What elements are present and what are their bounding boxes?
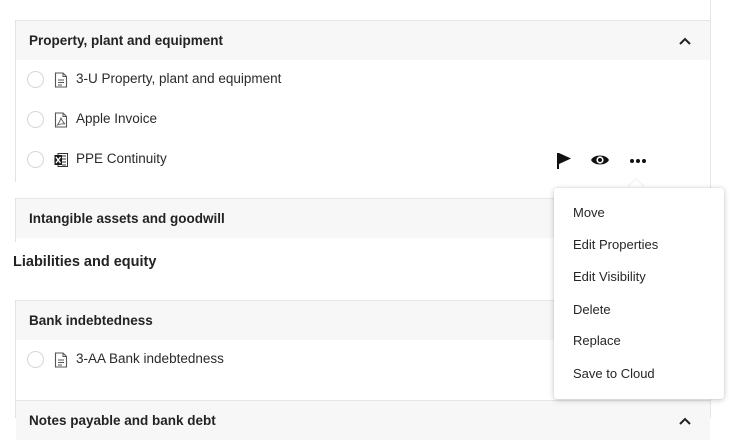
select-radio[interactable] <box>27 71 44 88</box>
document-icon <box>54 72 68 88</box>
eye-icon[interactable] <box>590 150 610 170</box>
more-icon[interactable] <box>628 150 648 170</box>
flag-icon[interactable] <box>554 150 574 170</box>
menu-item-replace[interactable]: Replace <box>554 325 724 357</box>
section-title: Intangible assets and goodwill <box>29 211 225 226</box>
list-item-label[interactable]: Apple Invoice <box>76 111 157 126</box>
section-title: Property, plant and equipment <box>29 33 224 48</box>
list-item-label[interactable]: 3-AA Bank indebtedness <box>76 351 224 366</box>
pdf-icon <box>54 112 68 128</box>
list-item[interactable]: Apple Invoice <box>16 100 710 140</box>
menu-item-save-to-cloud[interactable]: Save to Cloud <box>554 358 724 390</box>
group-title: Liabilities and equity <box>13 254 157 270</box>
document-icon <box>54 352 68 368</box>
list-item-label[interactable]: 3-U Property, plant and equipment <box>76 71 281 86</box>
excel-icon <box>54 153 68 167</box>
section-header-notes[interactable]: Notes payable and bank debt <box>16 400 710 440</box>
menu-item-delete[interactable]: Delete <box>554 294 724 326</box>
list-item[interactable]: 3-U Property, plant and equipment <box>16 60 710 100</box>
list-item-label[interactable]: PPE Continuity <box>76 151 167 166</box>
row-actions <box>540 150 650 172</box>
select-radio[interactable] <box>27 151 44 168</box>
context-menu: Move Edit Properties Edit Visibility Del… <box>554 188 724 399</box>
menu-item-edit-visibility[interactable]: Edit Visibility <box>554 261 724 293</box>
select-radio[interactable] <box>27 351 44 368</box>
section-header-ppe[interactable]: Property, plant and equipment <box>16 20 710 60</box>
chevron-up-icon[interactable] <box>678 414 692 428</box>
section-title: Bank indebtedness <box>29 313 153 328</box>
chevron-up-icon[interactable] <box>678 34 692 48</box>
menu-item-move[interactable]: Move <box>554 197 724 229</box>
select-radio[interactable] <box>27 111 44 128</box>
section-title: Notes payable and bank debt <box>29 413 216 428</box>
menu-item-edit-properties[interactable]: Edit Properties <box>554 229 724 261</box>
